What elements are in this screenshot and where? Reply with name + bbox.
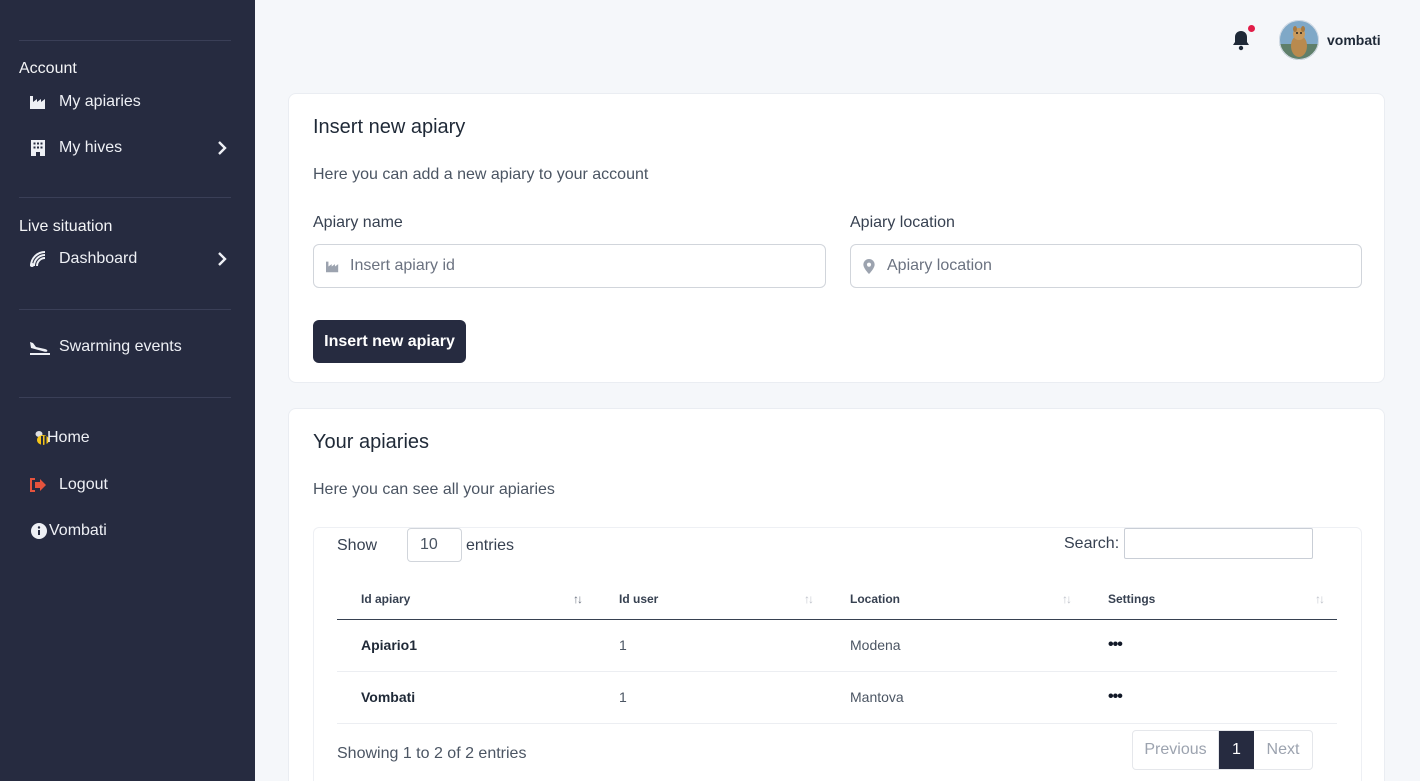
apiaries-table: Id apiary ↑↓ Id user ↑↓ Location ↑↓ Setting…: [337, 579, 1337, 724]
apiary-location-input[interactable]: [887, 257, 1361, 275]
table-search-input[interactable]: [1124, 528, 1313, 559]
sidebar-section-account: Account: [19, 60, 77, 77]
sidebar-divider: [19, 397, 231, 398]
sidebar-item-label: Dashboard: [59, 250, 138, 267]
sidebar-item-label: My hives: [59, 139, 123, 156]
column-header-id-user[interactable]: Id user ↑↓: [595, 579, 826, 620]
sidebar-divider: [19, 197, 231, 198]
cell-location: Modena: [826, 619, 1084, 672]
search-label: Search:: [1064, 535, 1120, 552]
satellite-dish-icon: [19, 250, 59, 268]
table-row: Apiario1 1 Modena •••: [337, 619, 1337, 672]
chevron-right-icon: [213, 252, 231, 266]
factory-icon: [19, 94, 59, 110]
your-apiaries-card: Your apiaries Here you can see all your …: [288, 408, 1385, 781]
table-header-row: Id apiary ↑↓ Id user ↑↓ Location ↑↓ Setting…: [337, 579, 1337, 620]
sidebar-divider: [19, 40, 231, 41]
sidebar-item-logout[interactable]: Logout: [19, 467, 231, 503]
column-header-id-apiary[interactable]: Id apiary ↑↓: [337, 579, 595, 620]
card-title: Your apiaries: [313, 431, 430, 453]
sort-icon: ↑↓: [573, 592, 583, 606]
plane-landing-icon: [19, 339, 59, 355]
pagination-previous[interactable]: Previous: [1133, 731, 1219, 769]
show-label: Show: [337, 537, 378, 554]
map-marker-icon: [851, 258, 887, 274]
sidebar-item-home[interactable]: Home: [19, 420, 231, 456]
sidebar-item-label: Vombati: [49, 522, 107, 539]
card-title: Insert new apiary: [313, 116, 466, 138]
sidebar-item-label: My apiaries: [59, 93, 141, 110]
cell-id-user: 1: [595, 671, 826, 724]
chevron-right-icon: [213, 141, 231, 155]
column-header-location[interactable]: Location ↑↓: [826, 579, 1084, 620]
cell-id-apiary: Vombati: [337, 671, 595, 724]
pagination: Previous 1 Next: [1132, 730, 1313, 770]
cell-location: Mantova: [826, 671, 1084, 724]
notification-dot: [1248, 25, 1255, 32]
sidebar-item-vombati[interactable]: Vombati: [19, 513, 231, 549]
sign-out-icon: [19, 477, 59, 493]
entries-length-select[interactable]: 10: [407, 528, 462, 562]
entries-label: entries: [466, 537, 515, 554]
apiary-name-input[interactable]: [350, 257, 825, 275]
apiary-name-field[interactable]: [313, 244, 826, 288]
table-row: Vombati 1 Mantova •••: [337, 671, 1337, 724]
apiary-location-field[interactable]: [850, 244, 1362, 288]
cell-id-user: 1: [595, 619, 826, 672]
sort-icon: ↑↓: [1315, 592, 1325, 606]
pagination-next[interactable]: Next: [1254, 731, 1312, 769]
apiary-location-label: Apiary location: [850, 214, 955, 231]
table-info: Showing 1 to 2 of 2 entries: [337, 745, 527, 762]
cell-id-apiary: Apiario1: [337, 619, 595, 672]
sort-icon: ↑↓: [804, 592, 814, 606]
sidebar-item-dashboard[interactable]: Dashboard: [19, 241, 231, 277]
pagination-page-1[interactable]: 1: [1219, 731, 1254, 769]
insert-apiary-card: Insert new apiary Here you can add a new…: [288, 93, 1385, 383]
sort-icon: ↑↓: [1062, 592, 1072, 606]
username[interactable]: vombati: [1327, 32, 1381, 48]
card-subtitle: Here you can add a new apiary to your ac…: [313, 166, 649, 183]
settings-menu-icon[interactable]: •••: [1084, 619, 1337, 672]
sidebar-item-my-apiaries[interactable]: My apiaries: [19, 84, 231, 120]
sidebar-divider: [19, 309, 231, 310]
apiary-name-label: Apiary name: [313, 214, 403, 231]
insert-apiary-button[interactable]: Insert new apiary: [313, 320, 466, 363]
column-header-settings[interactable]: Settings ↑↓: [1084, 579, 1337, 620]
factory-icon: [314, 260, 350, 273]
sidebar-item-swarming-events[interactable]: Swarming events: [19, 329, 231, 365]
sidebar-item-my-hives[interactable]: My hives: [19, 130, 231, 166]
sidebar-item-label: Swarming events: [59, 338, 182, 355]
sidebar-item-label: Logout: [59, 476, 108, 493]
settings-menu-icon[interactable]: •••: [1084, 671, 1337, 724]
card-subtitle: Here you can see all your apiaries: [313, 481, 555, 498]
sidebar-item-label: Home: [47, 429, 90, 446]
avatar[interactable]: [1279, 20, 1319, 60]
building-icon: [19, 139, 59, 157]
sidebar-section-live: Live situation: [19, 218, 113, 235]
sidebar: Account My apiaries My hives Live situat…: [0, 0, 255, 781]
